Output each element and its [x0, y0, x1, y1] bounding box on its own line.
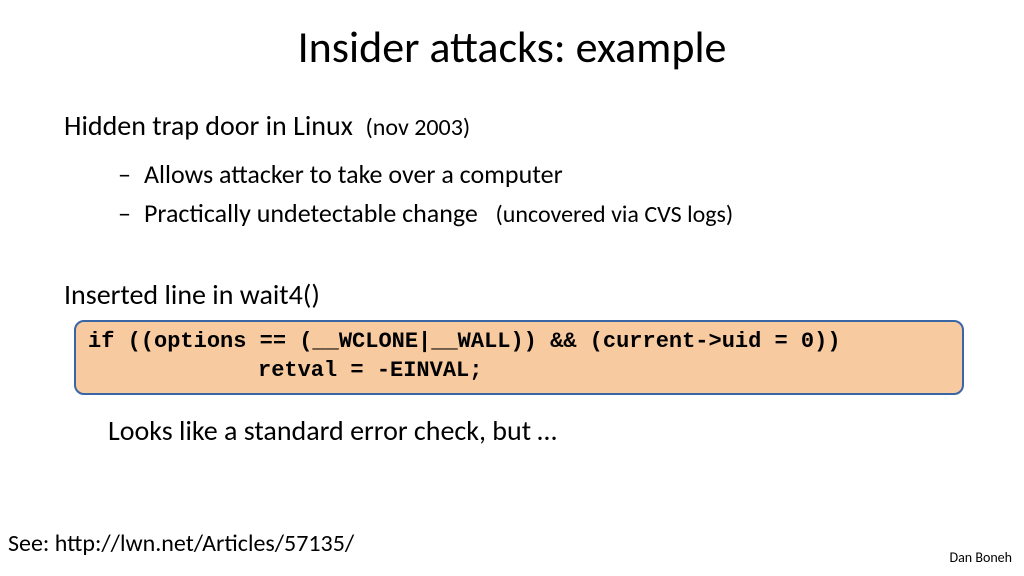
code-line-2: retval = -EINVAL; [88, 357, 950, 386]
lead-line: Hidden trap door in Linux (nov 2003) [64, 108, 976, 143]
slide: Insider attacks: example Hidden trap doo… [0, 0, 1024, 576]
followup-text: Looks like a standard error check, but … [108, 413, 976, 448]
bullet-note: (uncovered via CVS logs) [496, 200, 734, 229]
reference-link: See: http://lwn.net/Articles/57135/ [8, 529, 354, 558]
slide-title: Insider attacks: example [0, 0, 1024, 94]
bullet-text: Allows attacker to take over a computer [144, 158, 563, 190]
lead-text: Hidden trap door in Linux [64, 108, 353, 143]
bullet-list: Allows attacker to take over a computer … [118, 155, 976, 233]
code-line-1: if ((options == (__WCLONE|__WALL)) && (c… [88, 329, 841, 354]
section-label: Inserted line in wait4() [64, 277, 976, 312]
slide-content: Hidden trap door in Linux (nov 2003) All… [0, 108, 1024, 448]
bullet-text: Practically undetectable change [144, 197, 478, 229]
bullet-item: Allows attacker to take over a computer [118, 155, 976, 194]
bullet-item: Practically undetectable change (uncover… [118, 194, 976, 233]
code-box: if ((options == (__WCLONE|__WALL)) && (c… [74, 320, 964, 395]
lead-note: (nov 2003) [366, 113, 471, 142]
author-credit: Dan Boneh [949, 549, 1012, 566]
